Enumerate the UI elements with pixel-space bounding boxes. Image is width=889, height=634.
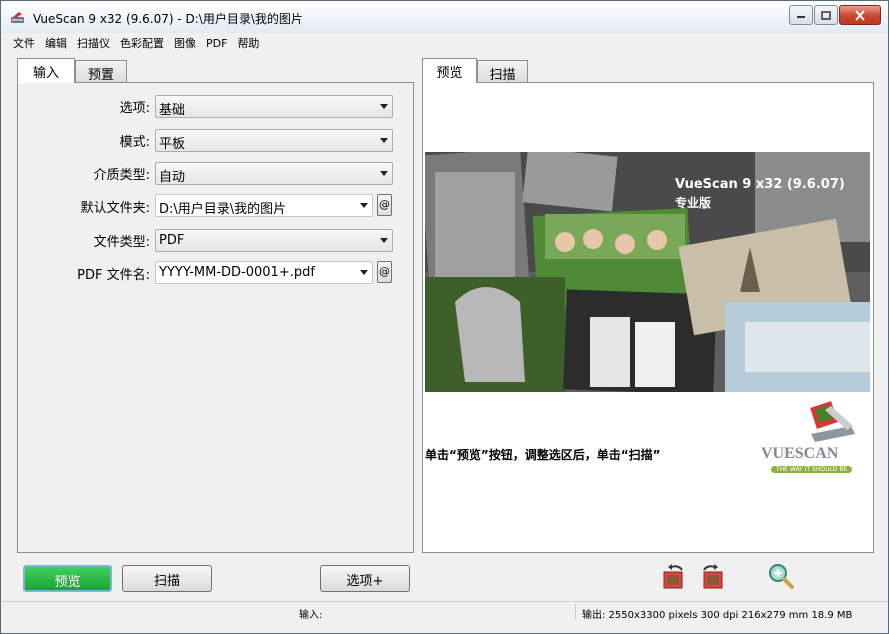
tab-input[interactable]: 输入 <box>17 58 75 83</box>
chevron-down-icon <box>360 270 368 275</box>
pdf-filename-combo[interactable]: YYYY-MM-DD-0001+.pdf <box>155 261 373 284</box>
tab-presets[interactable]: 预置 <box>75 60 127 83</box>
menu-help[interactable]: 帮助 <box>237 35 259 51</box>
tab-scan[interactable]: 扫描 <box>477 60 528 83</box>
menu-bar: 文件 编辑 扫描仪 色彩配置 图像 PDF 帮助 <box>1 33 888 53</box>
mode-label: 模式: <box>119 135 150 150</box>
chevron-down-icon <box>380 238 388 243</box>
minimize-button[interactable] <box>789 5 813 25</box>
menu-file[interactable]: 文件 <box>13 35 35 51</box>
default-folder-at-button[interactable]: @ <box>377 194 392 216</box>
mode-select[interactable]: 平板 <box>155 129 393 152</box>
status-bar: 输入: 输出: 2550x3300 pixels 300 dpi 216x279… <box>1 601 888 621</box>
chevron-down-icon <box>380 138 388 143</box>
default-folder-label: 默认文件夹: <box>80 201 150 216</box>
close-button[interactable] <box>839 5 881 25</box>
options-label: 选项: <box>119 101 150 116</box>
vuescan-logo-tagline: THE WAY IT SHOULD BE <box>771 466 853 473</box>
pdf-filename-value: YYYY-MM-DD-0001+.pdf <box>159 265 315 280</box>
scan-button[interactable]: 扫描 <box>122 565 212 592</box>
title-bar[interactable]: VueScan 9 x32 (9.6.07) - D:\用户目录\我的图片 <box>1 1 888 33</box>
maximize-button[interactable] <box>814 5 838 25</box>
splash-brand: VueScan 9 x32 (9.6.07) <box>675 177 845 192</box>
options-plus-button[interactable]: 选项+ <box>320 565 410 592</box>
rotate-left-icon[interactable] <box>662 564 688 590</box>
rotate-right-icon[interactable] <box>698 564 724 590</box>
media-label: 介质类型: <box>93 168 150 183</box>
chevron-down-icon <box>360 203 368 208</box>
chevron-down-icon <box>380 104 388 109</box>
chevron-down-icon <box>380 171 388 176</box>
status-output: 输出: 2550x3300 pixels 300 dpi 216x279 mm … <box>582 610 853 621</box>
preview-button[interactable]: 预览 <box>23 565 112 592</box>
options-select[interactable]: 基础 <box>155 95 393 118</box>
scanner-logo-icon <box>810 401 855 442</box>
input-panel <box>17 82 414 553</box>
pdf-filename-label: PDF 文件名: <box>77 268 150 283</box>
vuescan-app-icon <box>11 12 24 23</box>
close-icon <box>855 9 865 21</box>
menu-color-profile[interactable]: 色彩配置 <box>120 35 164 51</box>
menu-pdf[interactable]: PDF <box>206 37 227 50</box>
zoom-in-icon[interactable] <box>768 563 794 589</box>
media-value: 自动 <box>159 170 186 185</box>
vuescan-logo-text: VUESCAN <box>761 445 839 462</box>
maximize-icon <box>821 10 831 20</box>
minimize-icon <box>797 16 805 18</box>
file-type-label: 文件类型: <box>93 235 150 250</box>
mode-value: 平板 <box>159 137 186 152</box>
pdf-filename-at-button[interactable]: @ <box>377 261 392 283</box>
app-window: VueScan 9 x32 (9.6.07) - D:\用户目录\我的图片 文件… <box>0 0 889 634</box>
media-select[interactable]: 自动 <box>155 162 393 185</box>
file-type-value: PDF <box>159 233 185 248</box>
splash-edition: 专业版 <box>675 196 712 210</box>
menu-image[interactable]: 图像 <box>174 35 196 51</box>
status-divider <box>575 604 576 619</box>
status-input: 输入: <box>299 610 323 621</box>
default-folder-value: D:\用户目录\我的图片 <box>159 202 287 217</box>
window-title: VueScan 9 x32 (9.6.07) - D:\用户目录\我的图片 <box>33 12 303 26</box>
default-folder-combo[interactable]: D:\用户目录\我的图片 <box>155 194 373 217</box>
tab-preview[interactable]: 预览 <box>422 58 477 83</box>
preview-instruction: 单击“预览”按钮，调整选区后，单击“扫描” <box>425 448 661 462</box>
menu-edit[interactable]: 编辑 <box>45 35 67 51</box>
file-type-select[interactable]: PDF <box>155 229 393 252</box>
menu-scanner[interactable]: 扫描仪 <box>77 35 110 51</box>
options-value: 基础 <box>159 103 186 118</box>
